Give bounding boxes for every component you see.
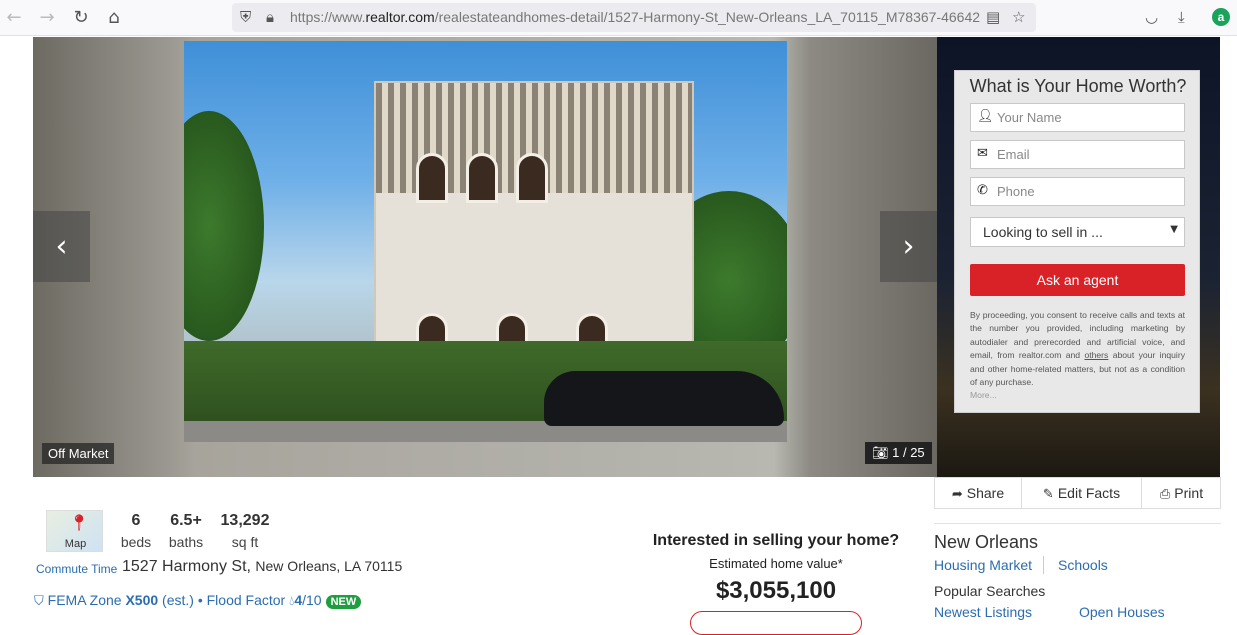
url-domain: realtor.com [365, 9, 435, 25]
home-worth-form: What is Your Home Worth? 👤︎ ✉ ✆ Looking … [954, 70, 1200, 413]
beds-unit: beds [120, 534, 152, 550]
open-houses-link[interactable]: Open Houses [1079, 604, 1165, 620]
city-heading: New Orleans [934, 532, 1039, 552]
sqft-value: 13,292 [220, 512, 270, 529]
action-bar: ➦ Share ✎ Edit Facts ⎙ Print [934, 477, 1221, 509]
baths-stat: 6.5+ baths [166, 512, 206, 550]
divider [1043, 556, 1044, 574]
name-input[interactable] [997, 107, 1182, 128]
parked-car [544, 371, 784, 426]
popular-searches-heading: Popular Searches [934, 583, 1046, 599]
divider [934, 523, 1221, 524]
map-pin-icon: 📍︎ [69, 513, 90, 532]
status-badge: Off Market [42, 443, 115, 464]
beds-value: 6 [131, 512, 141, 529]
beds-stat: 6 beds [118, 512, 154, 550]
sell-timeframe-select[interactable]: Looking to sell in ... ▼ [970, 217, 1185, 247]
camera-icon: 📷︎ [872, 446, 889, 461]
caret-down-icon: ▼ [1170, 224, 1178, 235]
next-photo-button[interactable]: › [880, 211, 937, 282]
email-input[interactable] [997, 144, 1182, 165]
city-state-zip: New Orleans, LA 70115 [255, 558, 403, 574]
photo-counter[interactable]: 📷︎ 1 / 25 [865, 442, 932, 464]
prev-photo-button[interactable]: ‹ [33, 211, 90, 282]
address-bar[interactable]: ⛨ 🔒︎ https://www.realtor.com/realestatea… [232, 3, 1036, 32]
printer-icon: ⎙ [1159, 487, 1171, 502]
url-path: /realestateandhomes-detail/1527-Harmony-… [434, 9, 980, 25]
lock-icon[interactable]: 🔒︎ [266, 8, 274, 26]
pocket-icon[interactable]: ◡ [1145, 8, 1158, 26]
commute-time-link[interactable]: Commute Time [36, 562, 117, 576]
sqft-unit: sq ft [231, 534, 259, 550]
others-link[interactable]: others [1084, 350, 1108, 360]
map-label: Map [64, 538, 87, 550]
street-address: 1527 Harmony St [122, 558, 247, 575]
share-button[interactable]: ➦ Share [935, 478, 1021, 508]
ask-agent-button[interactable]: Ask an agent [970, 264, 1185, 296]
window [416, 153, 448, 203]
shield-icon[interactable]: ⛨ [240, 8, 251, 26]
baths-value: 6.5+ [170, 512, 202, 529]
more-link[interactable]: More... [970, 390, 997, 400]
envelope-icon: ✉ [977, 146, 988, 161]
share-label: Share [966, 485, 1005, 501]
download-icon[interactable]: ⤓ [1178, 8, 1185, 26]
baths-unit: baths [168, 534, 204, 550]
flood-factor-value: 4 [294, 592, 303, 608]
palm-tree-left [184, 111, 264, 341]
photo-counter-text: 1 / 25 [892, 445, 925, 460]
property-address: 1527 Harmony St, New Orleans, LA 70115 [122, 558, 403, 575]
schools-link[interactable]: Schools [1058, 557, 1108, 573]
housing-market-link[interactable]: Housing Market [934, 557, 1032, 573]
reader-view-icon[interactable]: ▤ [986, 8, 1000, 26]
email-field[interactable]: ✉ [970, 140, 1185, 169]
edit-facts-button[interactable]: ✎ Edit Facts [1022, 478, 1141, 508]
newest-listings-link[interactable]: Newest Listings [934, 604, 1032, 620]
share-icon: ➦ [951, 487, 963, 502]
phone-input[interactable] [997, 181, 1182, 202]
chevron-right-icon: › [902, 229, 915, 264]
url-prefix: https://www. [290, 9, 366, 25]
url-text[interactable]: https://www.realtor.com/realestateandhom… [290, 9, 980, 25]
sqft-stat: 13,292 sq ft [218, 512, 272, 550]
user-icon: 👤︎ [977, 109, 994, 124]
window [516, 153, 548, 203]
bookmark-star-icon[interactable]: ☆ [1012, 8, 1025, 26]
fema-prefix: FEMA Zone [47, 592, 126, 608]
selling-cta-button[interactable] [690, 611, 862, 635]
edit-facts-label: Edit Facts [1057, 485, 1121, 501]
chevron-left-icon: ‹ [55, 229, 68, 264]
browser-toolbar: ← → ↻ ⌂ ⛨ 🔒︎ https://www.realtor.com/rea… [0, 0, 1237, 36]
consent-text: By proceeding, you consent to receive ca… [970, 309, 1185, 389]
photo-gallery[interactable]: ‹ › Off Market 📷︎ 1 / 25 [33, 37, 937, 477]
map-thumbnail[interactable]: 📍︎ Map [46, 510, 103, 552]
home-icon[interactable]: ⌂ [104, 8, 124, 28]
new-badge: NEW [325, 595, 362, 609]
name-field[interactable]: 👤︎ [970, 103, 1185, 132]
estimate-label: Estimated home value* [709, 556, 843, 571]
fema-flood-info[interactable]: ⛉ FEMA Zone X500 (est.) • Flood Factor 💧… [34, 592, 362, 609]
phone-icon: ✆ [977, 183, 988, 198]
fema-zone: X500 [125, 592, 159, 608]
forward-icon[interactable]: → [37, 8, 57, 28]
select-value: Looking to sell in ... [983, 224, 1103, 240]
window [466, 153, 498, 203]
selling-title: Interested in selling your home? [652, 532, 900, 549]
phone-field[interactable]: ✆ [970, 177, 1185, 206]
fema-suffix: (est.) • Flood Factor [158, 592, 290, 608]
flood-factor-max: /10 [302, 592, 322, 608]
estimated-value: $3,055,100 [715, 577, 837, 604]
form-title: What is Your Home Worth? [969, 76, 1187, 96]
pencil-icon: ✎ [1042, 487, 1054, 502]
reload-icon[interactable]: ↻ [71, 8, 91, 28]
flood-zone-icon: ⛉ [34, 594, 44, 609]
back-icon[interactable]: ← [4, 8, 24, 28]
account-avatar-icon[interactable]: a [1212, 8, 1230, 26]
listing-photo[interactable] [184, 41, 787, 442]
print-label: Print [1174, 485, 1204, 501]
print-button[interactable]: ⎙ Print [1142, 478, 1221, 508]
